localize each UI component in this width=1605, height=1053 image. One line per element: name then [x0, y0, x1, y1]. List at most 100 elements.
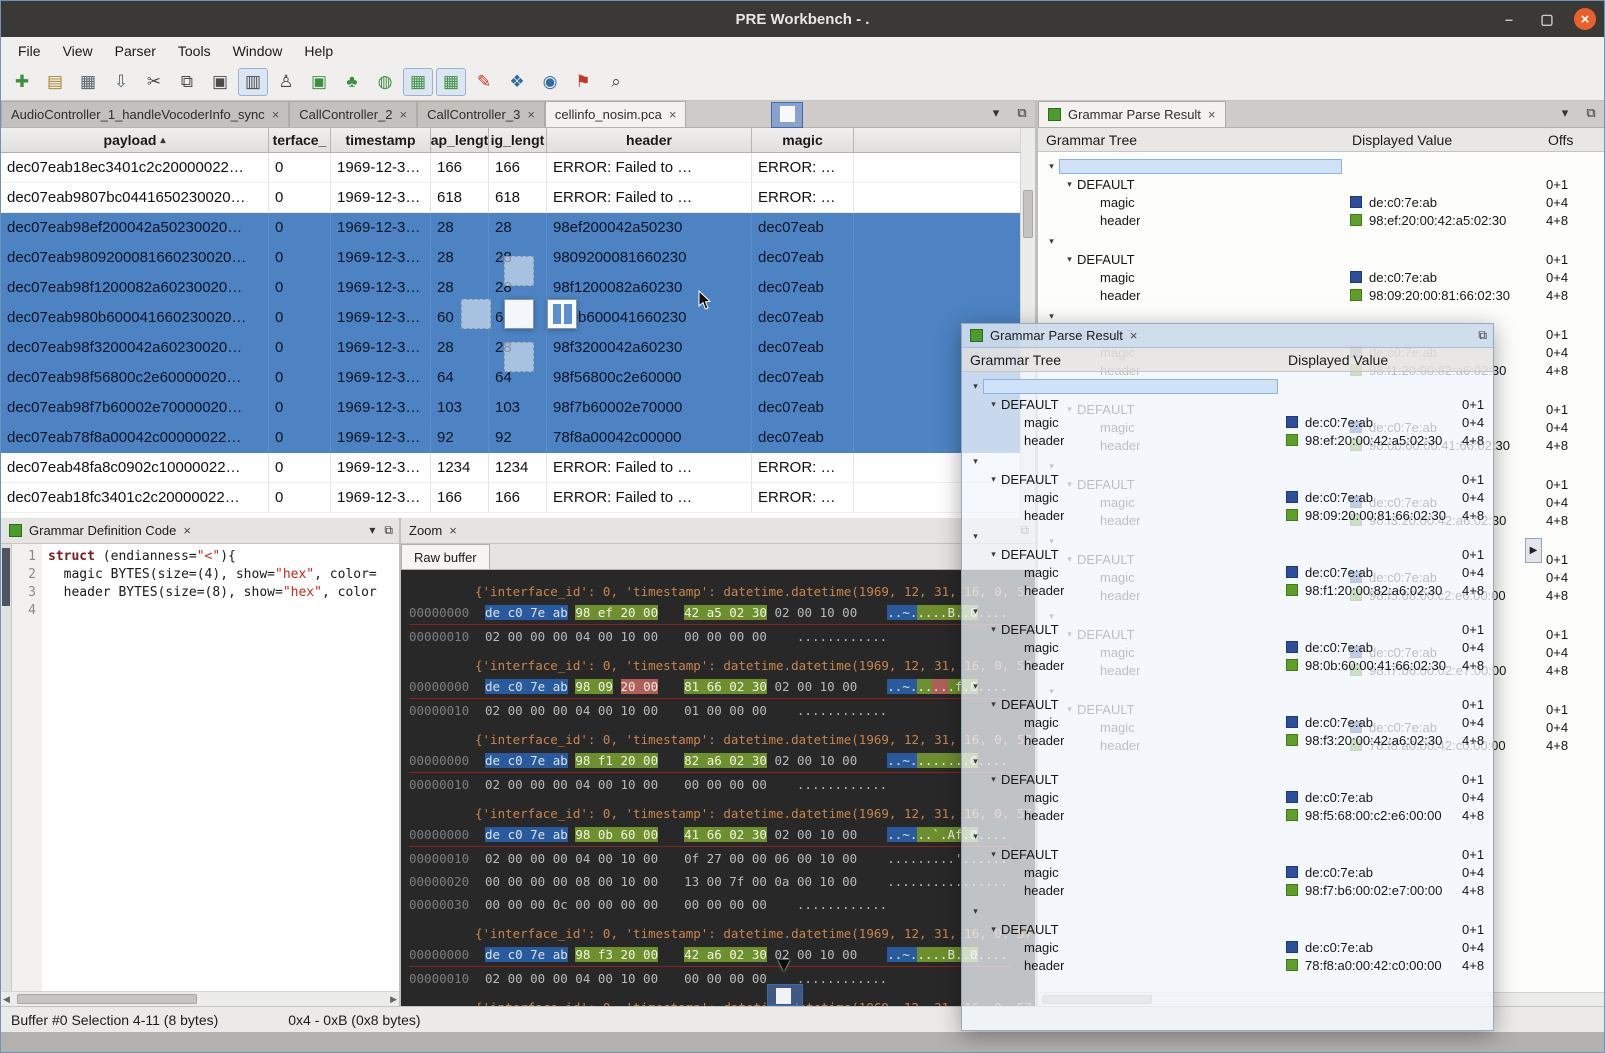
column-header-terface[interactable]: terface_ [269, 128, 331, 152]
close-icon[interactable]: × [449, 523, 457, 538]
column-offset[interactable]: Offs [1540, 132, 1596, 148]
column-header-payload[interactable]: payload▴ [1, 128, 269, 152]
floating-titlebar[interactable]: Grammar Parse Result × ⧉ [962, 324, 1493, 348]
column-header-timestamp[interactable]: timestamp [331, 128, 431, 152]
doc-tab-2[interactable]: CallController_2× [289, 101, 417, 127]
table-row[interactable]: dec07eab9807bc0441650230020…01969-12-3…6… [1, 183, 1035, 213]
scrollbar-thumb[interactable] [17, 994, 197, 1004]
grammar-tree-button[interactable]: ♣ [337, 68, 367, 96]
table-row[interactable]: dec07eab98ef200042a50230020…01969-12-3…2… [1, 213, 1035, 243]
chevron-down-icon[interactable]: ▾ [986, 849, 1001, 860]
floating-grammar-parse-window[interactable]: Grammar Parse Result × ⧉ Grammar Tree Di… [961, 323, 1494, 1031]
capture-button[interactable]: ▣ [304, 68, 334, 96]
tree-node-row[interactable]: ▾DEFAULT0+1 [968, 845, 1493, 863]
tree-leaf-row[interactable]: header98:ef:20:00:42:a5:02:304+8 [1044, 211, 1604, 229]
close-icon[interactable]: × [669, 107, 677, 122]
maximize-button[interactable]: ▢ [1536, 8, 1558, 30]
menu-item-tools[interactable]: Tools [167, 39, 222, 63]
tree-leaf-row[interactable]: magicde:c0:7e:ab0+4 [968, 938, 1493, 956]
code-line[interactable]: magic BYTES(size=(4), show="hex", color= [48, 566, 399, 584]
tree-node-row[interactable]: ▾DEFAULT0+1 [968, 470, 1493, 488]
tree-node-row[interactable]: ▾ [968, 602, 1493, 620]
tree-node-row[interactable]: ▾ [968, 677, 1493, 695]
data-inspector-button[interactable]: ◉ [535, 68, 565, 96]
title-bar[interactable]: PRE Workbench - . – ▢ × [1, 1, 1604, 37]
menu-item-window[interactable]: Window [222, 39, 294, 63]
hex-row[interactable]: 0000001002 00 00 00 04 00 10 0000 00 00 … [409, 967, 891, 990]
tab-list-menu-button[interactable]: ▾ [987, 105, 1005, 121]
tab-raw-buffer[interactable]: Raw buffer [401, 544, 490, 569]
grammar-code-titlebar[interactable]: Grammar Definition Code × ▾ ⧉ [1, 518, 399, 544]
scroll-left-icon[interactable]: ◀ [3, 994, 10, 1005]
chevron-down-icon[interactable]: ▾ [986, 924, 1001, 935]
chevron-down-icon[interactable]: ▾ [968, 831, 983, 842]
chevron-down-icon[interactable]: ▾ [986, 774, 1001, 785]
hex-row[interactable]: 00000000de c0 7e ab 98 0b 60 0041 66 02 … [409, 823, 1012, 847]
tree-leaf-row[interactable]: magicde:c0:7e:ab0+4 [968, 713, 1493, 731]
tree-leaf-row[interactable]: magicde:c0:7e:ab0+4 [1044, 268, 1604, 286]
table-row[interactable]: dec07eab78f8a00042c00000022…01969-12-3…9… [1, 423, 1035, 453]
tree-node-row[interactable]: ▾ [968, 827, 1493, 845]
minimize-button[interactable]: – [1498, 8, 1520, 30]
zoom-titlebar[interactable]: Zoom × ⧉ [401, 518, 1035, 544]
tree-leaf-row[interactable]: magicde:c0:7e:ab0+4 [1044, 193, 1604, 211]
tree-node-row[interactable]: ▾ [1044, 157, 1604, 175]
chevron-down-icon[interactable]: ▾ [986, 549, 1001, 560]
tree-node-row[interactable]: ▾ [968, 752, 1493, 770]
hex-row[interactable]: 0000002000 00 00 00 08 00 10 0013 00 7f … [409, 870, 1012, 893]
tree-leaf-row[interactable]: magicde:c0:7e:ab0+4 [968, 863, 1493, 881]
chevron-down-icon[interactable]: ▾ [968, 456, 983, 467]
tree-leaf-row[interactable]: header98:ef:20:00:42:a5:02:304+8 [968, 431, 1493, 449]
tree-node-row[interactable]: ▾ [968, 452, 1493, 470]
close-button[interactable]: × [1574, 8, 1596, 30]
tree-node-row[interactable]: ▾DEFAULT0+1 [968, 545, 1493, 563]
float-panel-button[interactable]: ⧉ [1582, 105, 1600, 121]
open-file-button[interactable]: ▤ [40, 68, 70, 96]
tree-node-row[interactable]: ▾DEFAULT0+1 [968, 695, 1493, 713]
table-row[interactable]: dec07eab48fa8c0902c10000022…01969-12-3…1… [1, 453, 1035, 483]
chevron-down-icon[interactable]: ▾ [986, 624, 1001, 635]
menu-item-file[interactable]: File [7, 39, 52, 63]
chevron-down-icon[interactable]: ▾ [986, 399, 1001, 410]
column-grammar-tree[interactable]: Grammar Tree [962, 352, 1280, 368]
table-row[interactable]: dec07eab98f7b60002e70000020…01969-12-3…1… [1, 393, 1035, 423]
doc-tab-4[interactable]: cellinfo_nosim.pca× [545, 101, 687, 127]
column-header-header[interactable]: header [547, 128, 752, 152]
chevron-down-icon[interactable]: ▾ [968, 531, 983, 542]
menu-item-view[interactable]: View [52, 39, 104, 63]
tree-leaf-row[interactable]: header98:0b:60:00:41:66:02:304+8 [968, 656, 1493, 674]
menu-item-help[interactable]: Help [293, 39, 344, 63]
column-header-aplengt[interactable]: ap_lengt [431, 128, 489, 152]
parse-table-button[interactable]: ▦ [403, 68, 433, 96]
float-panel-button[interactable]: ⧉ [1013, 105, 1031, 121]
tree-node-row[interactable]: ▾ [1044, 232, 1604, 250]
chevron-down-icon[interactable]: ▾ [968, 606, 983, 617]
doc-tab-1[interactable]: AudioController_1_handleVocoderInfo_sync… [1, 101, 289, 127]
parse-table-alt-button[interactable]: ▦ [436, 68, 466, 96]
hex-row[interactable]: 0000003000 00 00 0c 00 00 00 0000 00 00 … [409, 893, 891, 916]
hex-row[interactable]: 0000001002 00 00 00 04 00 10 0000 00 00 … [409, 773, 891, 796]
tree-node-row[interactable]: ▾DEFAULT0+1 [968, 620, 1493, 638]
run-macro-button[interactable]: ♙ [271, 68, 301, 96]
network-button[interactable]: ◍ [370, 68, 400, 96]
chevron-down-icon[interactable]: ▾ [968, 681, 983, 692]
panel-float-button[interactable]: ⧉ [1478, 328, 1487, 343]
chevron-down-icon[interactable]: ▾ [986, 699, 1001, 710]
tree-node-row[interactable]: ▾DEFAULT0+1 [968, 395, 1493, 413]
panel-float-button[interactable]: ⧉ [384, 523, 393, 538]
copy-button[interactable]: ⧉ [172, 68, 202, 96]
tree-node-row[interactable]: ▾ [968, 902, 1493, 920]
close-icon[interactable]: × [527, 107, 535, 122]
code-line[interactable]: struct (endianness="<"){ [48, 548, 399, 566]
highlighter-button[interactable]: ✎ [469, 68, 499, 96]
table-row[interactable]: dec07eab18fc3401c2c20000022…01969-12-3…1… [1, 483, 1035, 513]
table-row[interactable]: dec07eab18ec3401c2c20000022…01969-12-3…1… [1, 153, 1035, 183]
tree-node-row[interactable]: ▾DEFAULT0+1 [968, 770, 1493, 788]
close-icon[interactable]: × [1208, 107, 1216, 122]
tree-leaf-row[interactable]: magicde:c0:7e:ab0+4 [968, 638, 1493, 656]
close-icon[interactable]: × [272, 107, 280, 122]
chevron-down-icon[interactable]: ▾ [1044, 311, 1059, 322]
tab-grammar-parse-result[interactable]: Grammar Parse Result × [1038, 101, 1226, 127]
column-header-iglengt[interactable]: ig_lengt [489, 128, 547, 152]
hex-dump-view[interactable]: {'interface_id': 0, 'timestamp': datetim… [401, 570, 1035, 1006]
